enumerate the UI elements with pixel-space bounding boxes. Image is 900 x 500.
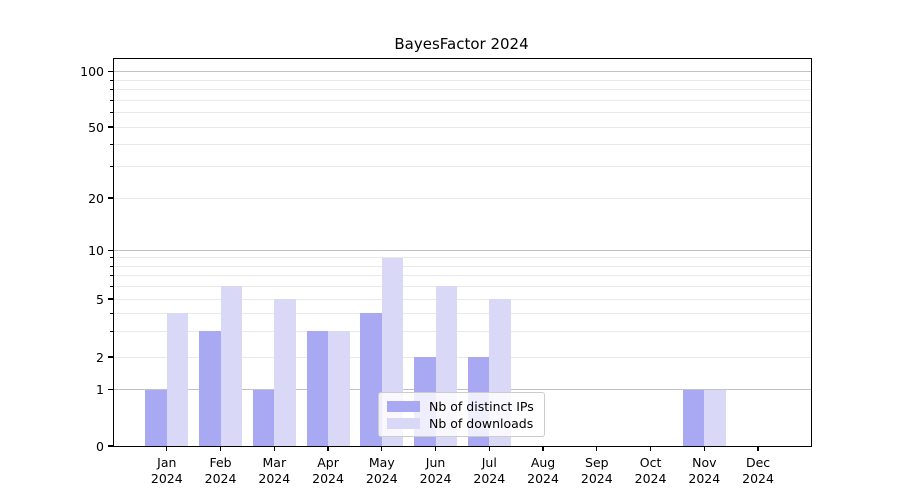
y-tick-mark (108, 356, 113, 357)
y-minor-gridline (114, 313, 811, 314)
y-minor-gridline (114, 89, 811, 90)
y-minor-tick-mark (110, 100, 113, 101)
y-tick-label: 0 (64, 439, 104, 454)
y-tick-label: 5 (64, 292, 104, 307)
y-tick-mark (108, 71, 113, 72)
y-minor-gridline (114, 80, 811, 81)
y-minor-gridline (114, 100, 811, 101)
plot-area: 0125102050100Jan 2024Feb 2024Mar 2024Apr… (113, 58, 812, 447)
x-tick-mark (704, 447, 705, 451)
y-minor-tick-mark (110, 80, 113, 81)
y-tick-mark (108, 445, 113, 446)
legend-label-distinct-ips: Nb of distinct IPs (429, 399, 534, 414)
x-tick-mark (650, 447, 651, 451)
y-tick-mark (108, 197, 113, 198)
bar-downloads-mar (274, 299, 296, 446)
bar-downloads-jan (167, 313, 189, 446)
x-tick-mark (274, 447, 275, 451)
y-tick-mark (108, 298, 113, 299)
legend-swatch-downloads (387, 418, 420, 429)
y-minor-gridline (114, 286, 811, 287)
y-tick-mark (108, 250, 113, 251)
bar-downloads-nov (704, 390, 726, 447)
y-tick-mark (108, 389, 113, 390)
legend-swatch-distinct-ips (387, 401, 420, 412)
y-minor-gridline (114, 198, 811, 199)
y-tick-label: 50 (64, 120, 104, 135)
y-minor-gridline (114, 275, 811, 276)
y-tick-label: 20 (64, 191, 104, 206)
y-minor-tick-mark (110, 286, 113, 287)
bar-downloads-feb (221, 286, 243, 446)
y-tick-label: 100 (64, 64, 104, 79)
y-minor-tick-mark (110, 112, 113, 113)
y-minor-tick-mark (110, 266, 113, 267)
x-tick-mark (435, 447, 436, 451)
legend-item-downloads: Nb of downloads (387, 416, 536, 431)
y-minor-tick-mark (110, 331, 113, 332)
y-tick-label: 2 (64, 350, 104, 365)
y-major-gridline (114, 250, 811, 251)
y-minor-gridline (114, 127, 811, 128)
bar-downloads-apr (328, 331, 350, 446)
x-tick-mark (166, 447, 167, 451)
bar-distinct-ips-nov (683, 390, 705, 447)
bar-distinct-ips-mar (253, 390, 275, 447)
legend: Nb of distinct IPs Nb of downloads (378, 392, 545, 437)
x-tick-mark (327, 447, 328, 451)
y-minor-gridline (114, 112, 811, 113)
y-tick-label: 10 (64, 243, 104, 258)
bar-distinct-ips-feb (199, 331, 221, 446)
y-tick-mark (108, 126, 113, 127)
legend-item-distinct-ips: Nb of distinct IPs (387, 399, 536, 414)
y-minor-tick-mark (110, 144, 113, 145)
y-minor-tick-mark (110, 166, 113, 167)
x-tick-label: Dec 2024 (726, 455, 790, 486)
y-minor-tick-mark (110, 89, 113, 90)
y-minor-gridline (114, 266, 811, 267)
y-major-gridline (114, 71, 811, 72)
x-tick-mark (381, 447, 382, 451)
y-minor-gridline (114, 144, 811, 145)
x-tick-mark (596, 447, 597, 451)
y-minor-tick-mark (110, 313, 113, 314)
y-minor-gridline (114, 299, 811, 300)
chart-figure: BayesFactor 2024 0125102050100Jan 2024Fe… (0, 0, 900, 500)
x-tick-mark (757, 447, 758, 451)
bar-distinct-ips-jan (145, 390, 167, 447)
x-tick-mark (220, 447, 221, 451)
y-minor-gridline (114, 166, 811, 167)
y-minor-gridline (114, 257, 811, 258)
y-tick-label: 1 (64, 382, 104, 397)
y-minor-tick-mark (110, 275, 113, 276)
bar-distinct-ips-apr (307, 331, 329, 446)
legend-label-downloads: Nb of downloads (429, 416, 533, 431)
x-tick-mark (542, 447, 543, 451)
x-tick-mark (489, 447, 490, 451)
y-minor-tick-mark (110, 257, 113, 258)
chart-title: BayesFactor 2024 (113, 35, 810, 53)
